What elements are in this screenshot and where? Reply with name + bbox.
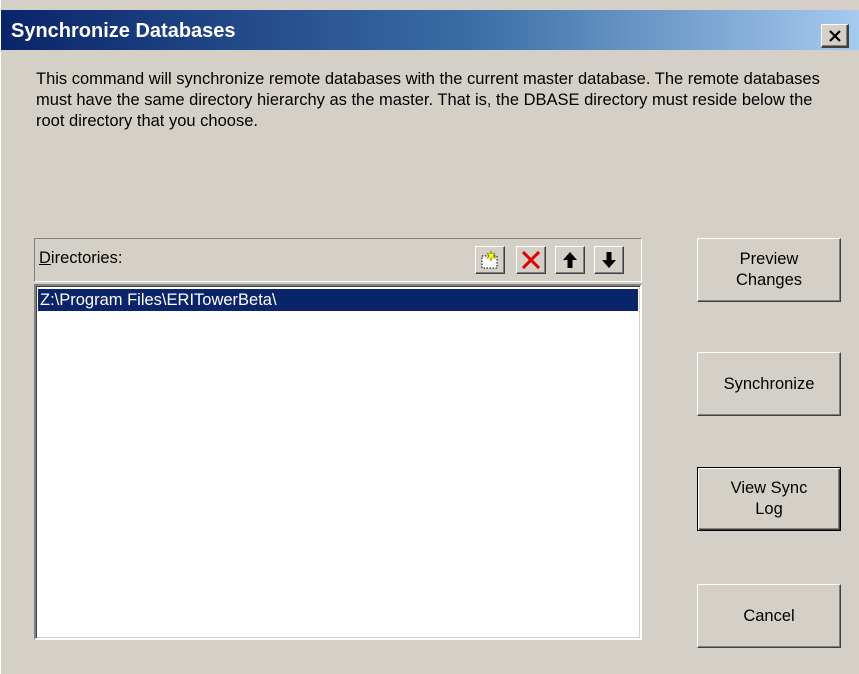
- move-up-button[interactable]: [555, 246, 585, 274]
- directories-panel: Directories: Z:\Program Files\ERITowerBe…: [34, 238, 642, 640]
- arrow-down-icon: [602, 252, 616, 268]
- list-item[interactable]: Z:\Program Files\ERITowerBeta\: [38, 289, 638, 311]
- directories-label-accel: D: [39, 249, 51, 267]
- close-icon: [828, 29, 841, 42]
- new-directory-button[interactable]: [475, 246, 505, 274]
- preview-changes-button[interactable]: Preview Changes: [697, 238, 841, 302]
- directories-label: Directories:: [39, 249, 122, 268]
- directories-header: Directories:: [34, 238, 642, 282]
- delete-directory-button[interactable]: [516, 246, 546, 274]
- close-button[interactable]: [821, 24, 849, 48]
- preview-changes-label: Preview Changes: [735, 250, 803, 289]
- title-bar[interactable]: Synchronize Databases: [1, 10, 859, 50]
- move-down-button[interactable]: [594, 246, 624, 274]
- dialog-title: Synchronize Databases: [11, 20, 236, 42]
- view-sync-log-label: View Sync Log: [730, 479, 808, 518]
- new-folder-icon: [481, 250, 498, 269]
- directories-listbox[interactable]: Z:\Program Files\ERITowerBeta\: [34, 284, 642, 640]
- cancel-label: Cancel: [743, 606, 795, 625]
- arrow-up-icon: [563, 252, 577, 268]
- cancel-button[interactable]: Cancel: [697, 584, 841, 648]
- description-text: This command will synchronize remote dat…: [36, 70, 820, 130]
- directories-label-rest: irectories:: [50, 249, 123, 267]
- synchronize-button[interactable]: Synchronize: [697, 352, 841, 416]
- delete-icon: [521, 250, 541, 270]
- synchronize-label: Synchronize: [723, 374, 815, 393]
- view-sync-log-button[interactable]: View Sync Log: [697, 467, 841, 531]
- dialog-window: Synchronize Databases This command will …: [0, 0, 859, 674]
